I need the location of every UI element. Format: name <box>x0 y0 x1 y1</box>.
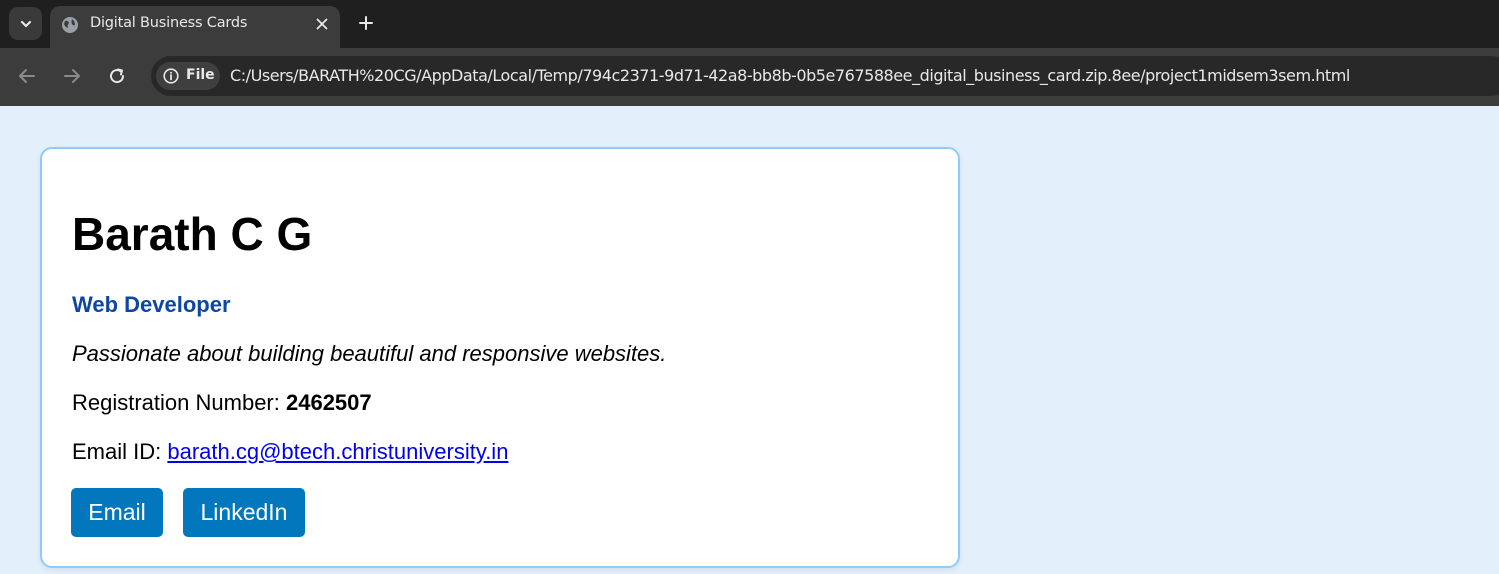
plus-icon <box>359 16 373 30</box>
site-info-chip[interactable]: File <box>156 62 220 90</box>
registration-number: 2462507 <box>285 390 372 415</box>
browser-tab[interactable]: Digital Business Cards <box>50 6 340 48</box>
new-tab-button[interactable] <box>355 12 377 34</box>
email-label: Email ID: <box>72 439 168 464</box>
chevron-down-icon <box>20 20 31 27</box>
forward-arrow-icon <box>64 69 80 83</box>
info-icon <box>163 68 179 84</box>
person-name: Barath C G <box>72 208 313 260</box>
forward-button[interactable] <box>60 64 84 88</box>
globe-icon <box>62 17 78 33</box>
registration-line: Registration Number: 2462507 <box>72 390 372 416</box>
email-button[interactable]: Email <box>71 488 163 537</box>
job-title: Web Developer <box>72 292 231 317</box>
tab-search-button[interactable] <box>9 7 42 40</box>
security-chip-label: File <box>186 67 215 83</box>
reload-button[interactable] <box>105 64 129 88</box>
browser-tab-bar: Digital Business Cards <box>0 0 1499 48</box>
email-line: Email ID: barath.cg@btech.christuniversi… <box>72 439 508 465</box>
linkedin-button[interactable]: LinkedIn <box>183 488 305 537</box>
registration-label: Registration Number: <box>72 390 286 415</box>
email-link[interactable]: barath.cg@btech.christuniversity.in <box>167 439 508 464</box>
tab-title: Digital Business Cards <box>90 15 248 31</box>
url-text[interactable]: C:/Users/BARATH%20CG/AppData/Local/Temp/… <box>230 66 1350 85</box>
browser-toolbar: File C:/Users/BARATH%20CG/AppData/Local/… <box>0 48 1499 106</box>
business-card: Barath C G Web Developer Passionate abou… <box>40 147 960 568</box>
back-button[interactable] <box>15 64 39 88</box>
close-tab-button[interactable] <box>312 14 332 34</box>
back-arrow-icon <box>19 69 35 83</box>
address-bar[interactable]: File C:/Users/BARATH%20CG/AppData/Local/… <box>151 56 1499 96</box>
reload-icon <box>110 68 125 84</box>
tagline: Passionate about building beautiful and … <box>72 341 667 366</box>
close-icon <box>316 18 328 30</box>
